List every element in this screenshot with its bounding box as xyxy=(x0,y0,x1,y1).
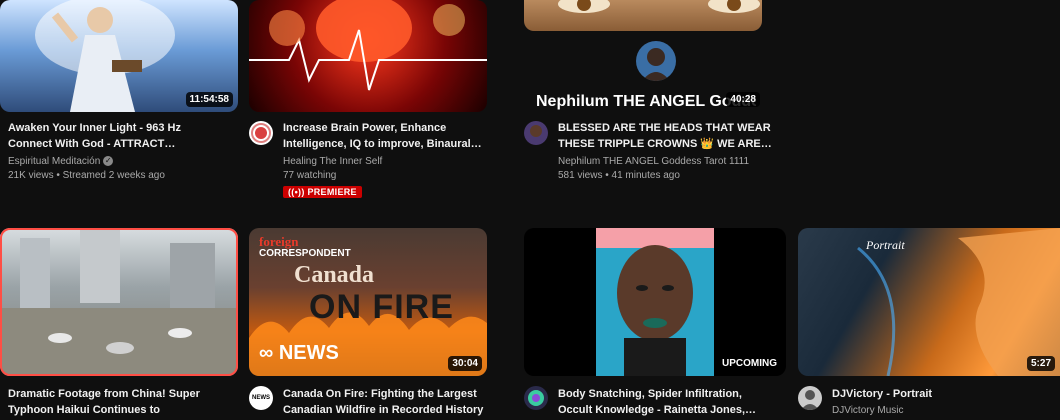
video-thumbnail[interactable]: foreign CORRESPONDENT Canada ON FIRE ∞ N… xyxy=(249,228,487,376)
video-duration: 40:28 xyxy=(726,92,760,107)
eyes-image xyxy=(558,0,760,13)
portrait-art-image xyxy=(857,228,1060,376)
abc-news-logo: ∞ NEWS xyxy=(259,342,339,364)
channel-name[interactable]: Espiritual Meditación ✓ xyxy=(8,155,114,169)
video-title[interactable]: BLESSED ARE THE HEADS THAT WEAR THESE TR… xyxy=(558,120,778,152)
upcoming-badge: UPCOMING xyxy=(718,356,781,371)
thumbnail-headline-2: ON FIRE xyxy=(309,288,454,326)
video-title[interactable]: Dramatic Footage from China! Super Typho… xyxy=(8,386,220,418)
video-stats: 77 watching xyxy=(283,170,337,181)
channel-avatar[interactable] xyxy=(798,386,822,410)
video-stats: 21K views • Streamed 2 weeks ago xyxy=(8,170,165,181)
thumbnail-brand-sub: CORRESPONDENT xyxy=(259,248,351,259)
brain-heartbeat-image xyxy=(249,0,487,91)
channel-avatar[interactable] xyxy=(524,121,548,145)
thumbnail-headline-1: Canada xyxy=(294,262,375,288)
abc-logo-icon: ∞ xyxy=(259,342,279,364)
channel-avatar[interactable]: NEWS xyxy=(249,386,273,410)
video-stats: 581 views • 41 minutes ago xyxy=(558,170,680,181)
channel-avatar[interactable] xyxy=(524,386,548,410)
abc-news-avatar-text: NEWS xyxy=(252,395,270,401)
video-title[interactable]: DJVictory - Portrait xyxy=(832,386,1044,402)
channel-name[interactable]: DJVictory Music xyxy=(832,404,904,418)
video-title[interactable]: Canada On Fire: Fighting the Largest Can… xyxy=(283,386,495,418)
video-duration: 5:27 xyxy=(1026,356,1055,371)
video-title[interactable]: Increase Brain Power, Enhance Intelligen… xyxy=(283,120,495,152)
channel-name-text: Espiritual Meditación xyxy=(8,156,101,167)
flooded-street-image xyxy=(0,228,238,376)
video-thumbnail[interactable]: Portrait 5:27 xyxy=(798,228,1060,376)
thumbnail-portrait-text: Portrait xyxy=(866,238,905,252)
channel-name[interactable]: Healing The Inner Self xyxy=(283,155,382,169)
flower-avatar-icon xyxy=(251,123,271,143)
video-thumbnail[interactable] xyxy=(0,228,238,376)
video-duration: 30:04 xyxy=(448,356,482,371)
preview-channel-name: Nephilum THE ANGEL Godde xyxy=(536,93,756,110)
preview-channel-avatar xyxy=(636,41,676,81)
video-thumbnail[interactable] xyxy=(249,0,487,112)
premiere-badge-text: PREMIERE xyxy=(307,187,357,197)
video-thumbnail[interactable]: 11:54:58 xyxy=(0,0,238,112)
live-channel-preview[interactable]: Nephilum THE ANGEL Godde 40:28 xyxy=(524,31,786,112)
video-duration: 11:54:58 xyxy=(185,92,233,107)
video-thumbnail[interactable] xyxy=(524,0,762,31)
channel-avatar[interactable] xyxy=(249,121,273,145)
video-title[interactable]: Awaken Your Inner Light - 963 Hz Connect… xyxy=(8,120,220,152)
channel-name[interactable]: Nephilum THE ANGEL Goddess Tarot 1111 xyxy=(558,155,749,169)
woman-portrait-image xyxy=(596,228,714,376)
video-thumbnail[interactable]: UPCOMING xyxy=(524,228,786,376)
premiere-badge: ((•)) PREMIERE xyxy=(283,186,362,198)
verified-icon: ✓ xyxy=(103,156,114,167)
video-title[interactable]: Body Snatching, Spider Infiltration, Occ… xyxy=(558,386,778,418)
live-broadcast-icon: ((•)) xyxy=(288,187,308,197)
